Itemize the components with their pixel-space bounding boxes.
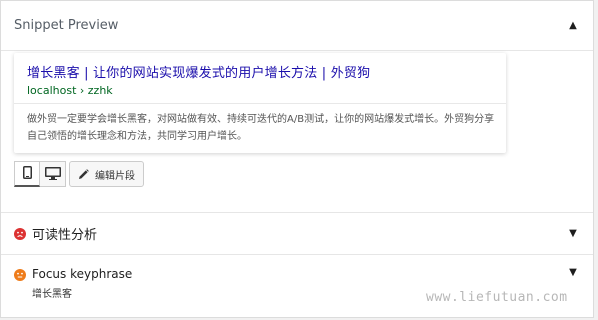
google-preview: 增长黑客 | 让你的网站实现爆发式的用户增长方法 | 外贸狗 localhost… [14,53,506,153]
readability-analysis-header[interactable]: 可读性分析 ▼ [1,212,593,255]
neutral-face-icon [14,269,26,281]
expand-down-icon[interactable]: ▼ [566,228,580,239]
serp-url: localhost › zzhk [27,84,113,97]
snippet-preview-header[interactable]: Snippet Preview ▲ [1,1,593,51]
watermark: www.liefutuan.com [426,290,568,305]
expand-down-icon[interactable]: ▼ [566,267,580,278]
edit-snippet-label: 编辑片段 [95,170,135,182]
readability-title: 可读性分析 [32,228,98,243]
collapse-up-icon[interactable]: ▲ [566,20,580,31]
serp-divider [14,103,506,104]
device-toggle [14,161,66,187]
edit-snippet-button[interactable]: 编辑片段 [69,161,144,187]
pencil-icon [78,168,89,180]
snippet-preview-title: Snippet Preview [14,18,119,33]
mobile-icon [22,164,32,183]
serp-description: 做外贸一定要学会增长黑客，对网站做有效、持续可迭代的A/B测试，让你的网站爆发式… [27,114,495,142]
sad-face-icon [14,227,26,240]
serp-title: 增长黑客 | 让你的网站实现爆发式的用户增长方法 | 外贸狗 [27,66,371,81]
seo-metabox: Snippet Preview ▲ 增长黑客 | 让你的网站实现爆发式的用户增长… [0,0,594,318]
desktop-preview-button[interactable] [40,161,66,187]
desktop-icon [44,165,61,184]
focus-keyphrase-title: Focus keyphrase [32,267,133,281]
mobile-preview-button[interactable] [14,161,40,187]
